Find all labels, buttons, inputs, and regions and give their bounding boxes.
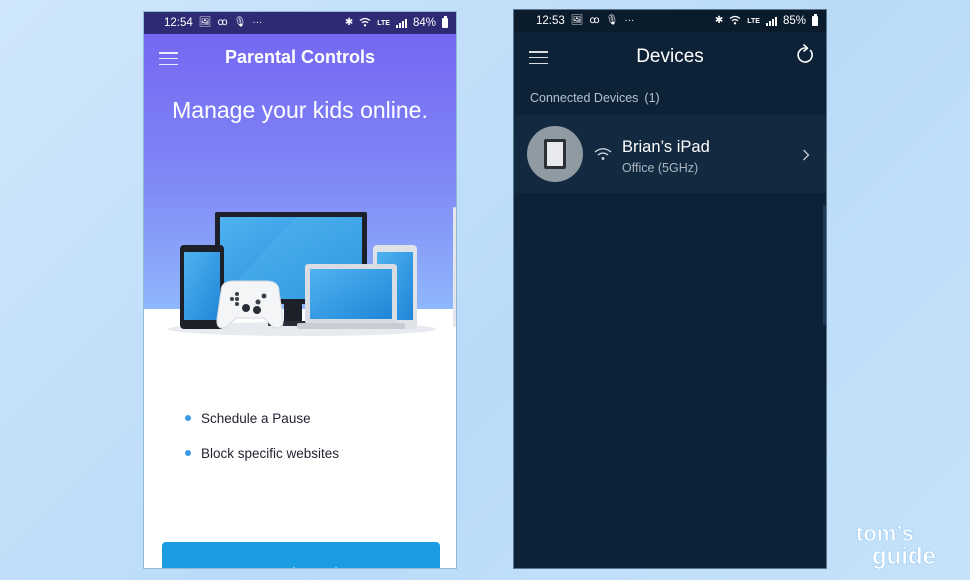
feature-label: Schedule a Pause <box>201 410 311 426</box>
voicemail-icon: ꝏ <box>217 17 228 28</box>
battery-percent: 84% <box>412 17 436 29</box>
page-title: Parental Controls <box>224 47 376 67</box>
parental-controls-screen: 12:54 🖼 ꝏ 🎙 ··· ✱ LTE 84% Parental Contr… <box>143 11 457 569</box>
refresh-icon[interactable] <box>794 44 816 66</box>
section-header: Connected Devices (1) <box>530 91 660 105</box>
wifi-icon <box>594 148 612 160</box>
more-icon: ··· <box>252 17 263 28</box>
toms-guide-logo: tom’s guide <box>856 521 937 569</box>
battery-icon <box>812 14 818 26</box>
mic-icon: 🎙 <box>233 17 247 28</box>
laptop-icon <box>297 264 405 329</box>
bluetooth-icon: ✱ <box>344 17 354 28</box>
bluetooth-icon: ✱ <box>714 15 724 26</box>
battery-percent: 85% <box>782 15 806 27</box>
wifi-status-icon <box>729 15 741 28</box>
network-type: LTE <box>377 19 390 27</box>
scrollbar <box>823 205 826 325</box>
status-time: 12:53 <box>536 15 565 27</box>
page-title: Devices <box>636 46 704 67</box>
device-row-brians-ipad[interactable]: Brian’s iPad Office (5GHz) <box>514 115 826 193</box>
devices-screen: 12:53 🖼 ꝏ 🎙 ··· ✱ LTE 85% Devices Connec… <box>513 9 827 569</box>
status-bar: 12:53 🖼 ꝏ 🎙 ··· ✱ LTE 85% <box>514 10 826 32</box>
bullet-icon <box>185 450 191 456</box>
status-time: 12:54 <box>164 17 193 29</box>
headline: Manage your kids online. <box>172 97 428 123</box>
devices-illustration <box>168 212 436 336</box>
chevron-right-icon[interactable] <box>802 149 810 161</box>
game-controller-icon <box>216 280 284 329</box>
image-icon: 🖼 <box>198 17 212 28</box>
scrollbar <box>453 207 456 327</box>
signal-icon <box>765 16 777 26</box>
bullet-icon <box>185 415 191 421</box>
status-bar: 12:54 🖼 ꝏ 🎙 ··· ✱ LTE 84% <box>144 12 456 34</box>
wifi-status-icon <box>359 17 371 30</box>
svg-text:guide: guide <box>872 543 936 569</box>
feature-label: Block specific websites <box>201 445 340 461</box>
signal-icon <box>395 18 407 28</box>
battery-icon <box>442 16 448 28</box>
mic-icon: 🎙 <box>605 15 619 26</box>
tablet-icon <box>544 139 566 169</box>
image-icon: 🖼 <box>570 15 584 26</box>
network-type: LTE <box>747 17 760 25</box>
device-name: Brian’s iPad <box>622 138 710 156</box>
control-device-button[interactable]: Control a Device <box>162 542 440 568</box>
more-icon: ··· <box>624 15 635 26</box>
voicemail-icon: ꝏ <box>589 15 600 26</box>
device-location: Office (5GHz) <box>622 161 699 175</box>
section-label: Connected Devices <box>530 91 639 105</box>
list-item: Schedule a Pause <box>185 408 339 428</box>
device-count: (1) <box>644 91 660 105</box>
feature-list: Schedule a Pause Block specific websites <box>185 408 339 478</box>
list-item: Block specific websites <box>185 443 339 463</box>
device-avatar <box>527 126 583 182</box>
